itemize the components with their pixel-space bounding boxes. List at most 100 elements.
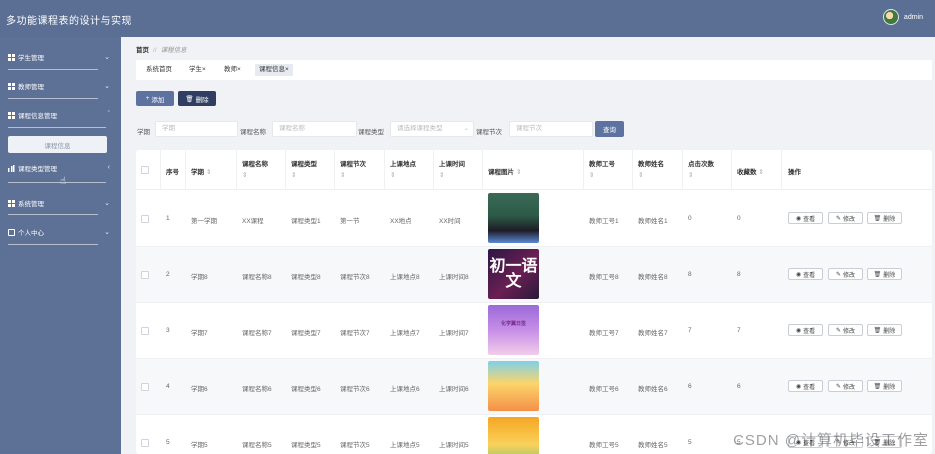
submenu-course-info[interactable]: 课程信息 bbox=[8, 136, 107, 153]
column-label: 收藏数 bbox=[737, 169, 757, 176]
delete-button[interactable]: 🗑 删除 bbox=[867, 212, 902, 224]
search-button[interactable]: 查询 bbox=[595, 121, 624, 137]
row-checkbox[interactable] bbox=[141, 215, 149, 223]
course-name-input[interactable]: 课程名称 bbox=[272, 121, 357, 137]
cell-teacher-no: 教师工号5 bbox=[589, 442, 619, 449]
column-label: 学期 bbox=[191, 169, 204, 176]
tab-student[interactable]: 学生× bbox=[185, 64, 210, 76]
column-label: 序号 bbox=[166, 169, 179, 176]
tab-home[interactable]: 系统首页 bbox=[142, 64, 176, 76]
cell-teacher-no: 教师工号1 bbox=[589, 218, 619, 225]
column-header-teacher-name[interactable]: 教师姓名 ⇕ bbox=[638, 150, 664, 190]
cell-section: 课程节次5 bbox=[340, 442, 370, 449]
tab-course-info[interactable]: 课程信息× bbox=[255, 64, 293, 76]
edit-button[interactable]: ✎ 修改 bbox=[828, 268, 863, 280]
view-button[interactable]: ◉ 查看 bbox=[788, 268, 823, 280]
sort-icon[interactable]: ⇕ bbox=[516, 169, 521, 176]
cell-favorites: 0 bbox=[737, 215, 741, 222]
user-name[interactable]: admin bbox=[904, 14, 923, 21]
eye-icon: ◉ bbox=[795, 383, 802, 390]
course-name-placeholder: 课程名称 bbox=[279, 125, 305, 132]
course-image-caption: 化学翼日签 bbox=[500, 321, 526, 327]
filter-label-course-name: 课程名称 bbox=[240, 129, 266, 136]
edit-button[interactable]: ✎ 修改 bbox=[828, 324, 863, 336]
sort-icon[interactable]: ⇕ bbox=[439, 171, 465, 179]
sidebar-item-teacher[interactable]: 教师管理 ⌄ bbox=[0, 75, 121, 97]
sort-icon[interactable]: ⇕ bbox=[291, 171, 317, 179]
add-button-label: 添加 bbox=[151, 96, 165, 104]
sort-icon[interactable]: ⇕ bbox=[242, 171, 268, 179]
cell-no: 5 bbox=[166, 439, 170, 446]
view-button[interactable]: ◉ 查看 bbox=[788, 324, 823, 336]
column-header-course-name[interactable]: 课程名称 ⇕ bbox=[242, 150, 268, 190]
select-all-checkbox[interactable] bbox=[141, 166, 149, 174]
course-image bbox=[488, 417, 539, 454]
term-input[interactable]: 学期 bbox=[155, 121, 238, 137]
sort-icon[interactable]: ⇕ bbox=[589, 171, 615, 179]
cell-course-name: 课程名称8 bbox=[242, 274, 272, 281]
breadcrumb-home[interactable]: 首页 bbox=[136, 47, 149, 54]
sort-icon[interactable]: ⇕ bbox=[390, 171, 416, 179]
cell-term: 学期7 bbox=[191, 330, 208, 337]
close-icon[interactable]: × bbox=[285, 66, 289, 73]
tab-teacher[interactable]: 教师× bbox=[220, 64, 245, 76]
cell-place: XX地点 bbox=[390, 218, 412, 225]
edit-button[interactable]: ✎ 修改 bbox=[828, 380, 863, 392]
column-header-section[interactable]: 课程节次 ⇕ bbox=[340, 150, 366, 190]
sort-icon[interactable]: ⇕ bbox=[206, 169, 211, 176]
column-header-clicks[interactable]: 点击次数 ⇕ bbox=[688, 150, 714, 190]
delete-button[interactable]: 🗑 删除 bbox=[867, 380, 902, 392]
column-label: 课程图片 bbox=[488, 169, 514, 176]
cell-favorites: 8 bbox=[737, 271, 741, 278]
sidebar-item-profile[interactable]: 个人中心 ⌄ bbox=[0, 221, 121, 243]
column-label: 课程节次 bbox=[340, 161, 366, 168]
row-checkbox[interactable] bbox=[141, 327, 149, 335]
course-type-select[interactable]: 请选择课程类型 ⌄ bbox=[390, 121, 474, 137]
column-header-time[interactable]: 上课时间 ⇕ bbox=[439, 150, 465, 190]
section-input[interactable]: 课程节次 bbox=[509, 121, 593, 137]
cell-clicks: 8 bbox=[688, 271, 692, 278]
cell-clicks: 5 bbox=[688, 439, 692, 446]
sort-icon[interactable]: ⇕ bbox=[759, 169, 764, 176]
sidebar-item-label: 学生管理 bbox=[18, 55, 44, 62]
column-divider bbox=[285, 150, 286, 190]
close-icon[interactable]: × bbox=[202, 66, 206, 73]
sort-icon[interactable]: ⇕ bbox=[340, 171, 366, 179]
column-header-teacher-no[interactable]: 教师工号 ⇕ bbox=[589, 150, 615, 190]
row-checkbox[interactable] bbox=[141, 271, 149, 279]
sort-icon[interactable]: ⇕ bbox=[688, 171, 714, 179]
eye-icon: ◉ bbox=[795, 215, 802, 222]
sidebar-item-course-info[interactable]: 课程信息管理 ˆ bbox=[0, 104, 121, 126]
close-icon[interactable]: × bbox=[237, 66, 241, 73]
eye-icon: ◉ bbox=[795, 271, 802, 278]
column-divider bbox=[185, 150, 186, 190]
cell-section: 课程节次6 bbox=[340, 386, 370, 393]
edit-icon: ✎ bbox=[835, 215, 841, 222]
delete-button[interactable]: 🗑 删除 bbox=[867, 268, 902, 280]
trash-icon: 🗑 bbox=[873, 215, 882, 222]
delete-button-label: 删除 bbox=[883, 216, 896, 223]
avatar[interactable] bbox=[882, 9, 899, 25]
column-header-course-type[interactable]: 课程类型 ⇕ bbox=[291, 150, 317, 190]
batch-delete-button[interactable]: 🗑 删除 bbox=[178, 91, 216, 106]
row-checkbox[interactable] bbox=[141, 383, 149, 391]
delete-button[interactable]: 🗑 删除 bbox=[867, 324, 902, 336]
sort-icon[interactable]: ⇕ bbox=[638, 171, 664, 179]
row-checkbox[interactable] bbox=[141, 439, 149, 447]
edit-button[interactable]: ✎ 修改 bbox=[828, 212, 863, 224]
view-button[interactable]: ◉ 查看 bbox=[788, 212, 823, 224]
column-label: 教师姓名 bbox=[638, 161, 664, 168]
term-placeholder: 学期 bbox=[162, 125, 175, 132]
delete-button-label: 删除 bbox=[883, 272, 896, 279]
sidebar-item-system[interactable]: 系统管理 ⌄ bbox=[0, 192, 121, 214]
sidebar-item-student[interactable]: 学生管理 ⌄ bbox=[0, 46, 121, 68]
user-menu[interactable]: admin bbox=[882, 9, 923, 25]
cell-time: 上课时间7 bbox=[439, 330, 469, 337]
data-table: 序号 学期 ⇕ 课程名称 ⇕ 课程类型 ⇕ 课程节次 ⇕ 上课地点 ⇕ 上课时间 ⇕ 课程图… bbox=[136, 150, 932, 454]
column-divider bbox=[781, 150, 782, 190]
add-button[interactable]: + 添加 bbox=[136, 91, 174, 106]
trash-icon: 🗑 bbox=[185, 95, 194, 103]
column-header-place[interactable]: 上课地点 ⇕ bbox=[390, 150, 416, 190]
view-button[interactable]: ◉ 查看 bbox=[788, 380, 823, 392]
column-label: 操作 bbox=[788, 169, 801, 176]
